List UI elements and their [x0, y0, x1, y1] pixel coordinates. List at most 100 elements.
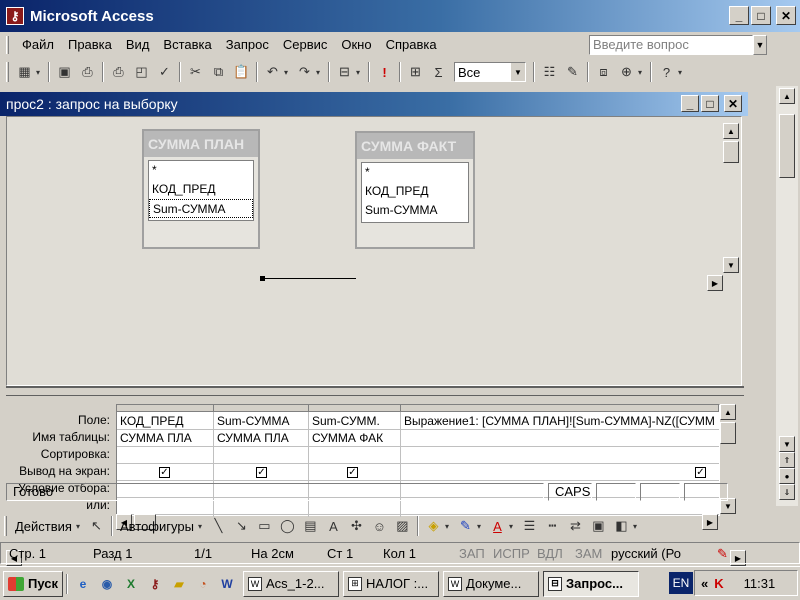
properties-icon[interactable]: ☷ [538, 61, 561, 83]
grid-scroll-thumb[interactable] [720, 422, 736, 444]
task-button[interactable]: W Acs_1-2... [243, 570, 339, 597]
field-sum-summa[interactable]: Sum-СУММА [149, 199, 253, 218]
print-preview-icon[interactable]: ⎙ [76, 61, 99, 83]
show-table-icon[interactable]: ⊞ [404, 61, 427, 83]
record-indicator[interactable]: ЗАП [459, 546, 485, 561]
grid-cell-field[interactable]: КОД_ПРЕД [117, 413, 213, 430]
help-icon[interactable]: ? [655, 61, 678, 83]
menu-insert[interactable]: Вставка [156, 34, 218, 56]
grid-scroll-up-button[interactable]: ▲ [720, 404, 736, 420]
grid-cell-table[interactable]: СУММА ПЛА [117, 430, 213, 447]
grid-cell-table[interactable]: СУММА ПЛА [214, 430, 308, 447]
line-icon[interactable]: ╲ [207, 515, 230, 537]
grid-cell-show[interactable]: ✓ [117, 464, 213, 481]
undo-icon[interactable]: ↶ [261, 61, 284, 83]
close-button[interactable]: ✕ [776, 6, 796, 25]
join-line[interactable] [260, 276, 356, 281]
extend-indicator[interactable]: ВДЛ [537, 546, 563, 561]
table-field-list[interactable]: * КОД_ПРЕД Sum-СУММА [361, 162, 469, 223]
query-type-icon[interactable]: ⊟ [333, 61, 356, 83]
track-changes-indicator[interactable]: ИСПР [493, 546, 530, 561]
toolbar-options-icon[interactable]: ▾ [678, 68, 687, 77]
menu-view[interactable]: Вид [119, 34, 157, 56]
grid-cell-sort[interactable] [309, 447, 400, 464]
scroll-thumb[interactable] [779, 114, 795, 178]
query-maximize-button[interactable]: □ [701, 95, 719, 112]
pane-splitter[interactable] [6, 386, 744, 396]
cut-icon[interactable]: ✂ [184, 61, 207, 83]
totals-icon[interactable]: Σ [427, 61, 450, 83]
chevron-down-icon[interactable]: ▾ [509, 522, 518, 531]
toolbar-grip[interactable] [6, 62, 9, 82]
grid-cell-show[interactable]: ✓ [309, 464, 400, 481]
overtype-indicator[interactable]: ЗАМ [575, 546, 602, 561]
chevron-down-icon[interactable]: ▾ [445, 522, 454, 531]
scroll-page-down-button[interactable]: ⇓ [779, 484, 795, 500]
language-indicator[interactable]: EN [669, 572, 693, 594]
access-icon[interactable]: ⚷ [143, 572, 167, 596]
fill-color-icon[interactable]: ◈ [422, 515, 445, 537]
database-window-icon[interactable]: ⧈ [592, 61, 615, 83]
grid-cell-show[interactable]: ✓ [214, 464, 308, 481]
task-button-active[interactable]: ⊟ Запрос... [543, 570, 639, 597]
outlook-icon[interactable]: ◉ [95, 572, 119, 596]
grid-cell-show[interactable]: ✓ [401, 464, 719, 481]
redo-dropdown-icon[interactable]: ▾ [316, 68, 325, 77]
grid-cell-sort[interactable] [214, 447, 308, 464]
line-color-icon[interactable]: ✎ [454, 515, 477, 537]
arrow-icon[interactable]: ↘ [230, 515, 253, 537]
field-sum-summa[interactable]: Sum-СУММА [362, 201, 468, 220]
table-box-fact[interactable]: СУММА ФАКТ * КОД_ПРЕД Sum-СУММА [355, 131, 475, 249]
textbox-icon[interactable]: ▤ [299, 515, 322, 537]
internet-explorer-icon[interactable]: e [71, 572, 95, 596]
grid-cell-sort[interactable] [401, 447, 719, 464]
antivirus-icon[interactable]: K [714, 576, 723, 591]
chevron-down-icon[interactable]: ▾ [477, 522, 486, 531]
undo-dropdown-icon[interactable]: ▾ [284, 68, 293, 77]
oval-icon[interactable]: ◯ [276, 515, 299, 537]
line-style-icon[interactable]: ☰ [518, 515, 541, 537]
redo-icon[interactable]: ↷ [293, 61, 316, 83]
ask-question-input[interactable]: Введите вопрос [589, 35, 753, 55]
field-star[interactable]: * [362, 163, 468, 182]
run-icon[interactable]: ! [373, 61, 396, 83]
menu-window[interactable]: Окно [334, 34, 378, 56]
menu-help[interactable]: Справка [379, 34, 444, 56]
new-object-icon[interactable]: ⊕ [615, 61, 638, 83]
grid-cell-sort[interactable] [117, 447, 213, 464]
scroll-up-button[interactable]: ▲ [779, 88, 795, 104]
clock[interactable]: 11:31 [744, 576, 776, 591]
folder-icon[interactable]: ▰ [167, 572, 191, 596]
arrow-style-icon[interactable]: ⇄ [564, 515, 587, 537]
clipart-icon[interactable]: ☺ [368, 515, 391, 537]
table-field-list[interactable]: * КОД_ПРЕД Sum-СУММА [148, 160, 254, 221]
app-vertical-scrollbar[interactable]: ▲ ▼ ⇑ ● ⇓ [776, 86, 798, 506]
autoshapes-menu[interactable]: Автофигуры [116, 519, 198, 534]
ask-question-dropdown[interactable]: ▼ [753, 35, 767, 55]
table-box-title[interactable]: СУММА ФАКТ [357, 133, 473, 159]
scroll-select-button[interactable]: ● [779, 468, 795, 484]
toolbar-grip[interactable] [4, 516, 7, 536]
scroll-page-up-button[interactable]: ⇑ [779, 452, 795, 468]
actions-menu[interactable]: Действия [11, 519, 76, 534]
table-box-title[interactable]: СУММА ПЛАН [144, 131, 258, 157]
menu-tools[interactable]: Сервис [276, 34, 335, 56]
copy-icon[interactable]: ⧉ [207, 61, 230, 83]
show-checkbox[interactable]: ✓ [347, 467, 358, 478]
menu-grip[interactable] [6, 36, 9, 54]
column-selector[interactable] [117, 405, 214, 412]
column-selector[interactable] [401, 405, 719, 412]
column-selector[interactable] [214, 405, 309, 412]
font-color-icon[interactable]: A [486, 515, 509, 537]
spelling-status-icon[interactable]: ✎ [717, 546, 728, 562]
chevron-down-icon[interactable]: ▼ [510, 63, 525, 81]
select-pointer-icon[interactable]: ↖ [85, 515, 108, 537]
grid-cell-field[interactable]: Sum-СУММА [214, 413, 308, 430]
grid-cell-field[interactable]: Sum-СУММ. [309, 413, 400, 430]
preview-icon[interactable]: ◰ [130, 61, 153, 83]
access-key-icon[interactable]: ⚷ [6, 7, 24, 25]
chevron-down-icon[interactable]: ▾ [198, 522, 207, 531]
wordart-icon[interactable]: A [322, 515, 345, 537]
menu-query[interactable]: Запрос [219, 34, 276, 56]
excel-icon[interactable]: X [119, 572, 143, 596]
